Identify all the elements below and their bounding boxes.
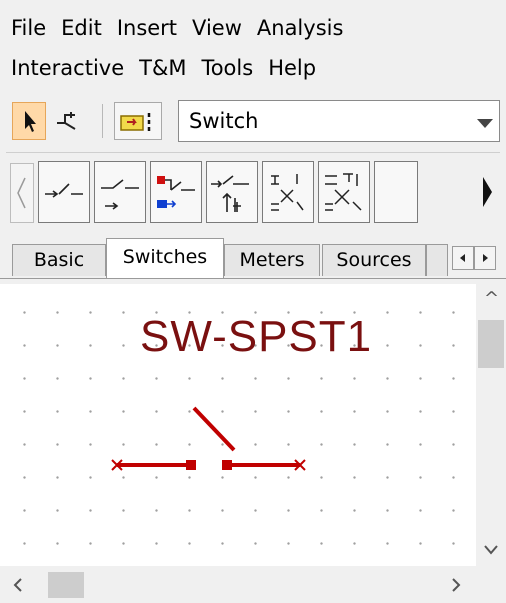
palette-spdt-switch[interactable] (94, 161, 146, 223)
time-delay-switch-icon (211, 175, 249, 212)
toolbar: Switch (6, 96, 500, 148)
vertical-scroll-thumb[interactable] (478, 320, 504, 368)
tabs-baseline (0, 278, 506, 279)
palette-scroll-left[interactable] (10, 163, 34, 223)
palette-more-switch[interactable] (374, 161, 418, 223)
probe-tool-button[interactable] (114, 102, 162, 140)
multi-switch-icon (325, 173, 362, 211)
vertical-scrollbar[interactable]: ^ (476, 284, 506, 566)
palette-dual-switch[interactable] (262, 161, 314, 223)
menu-help[interactable]: Help (267, 50, 317, 86)
scroll-left-icon[interactable] (10, 575, 26, 595)
wire-icon (57, 112, 76, 130)
tab-basic[interactable]: Basic (12, 244, 106, 276)
menu-interactive[interactable]: Interactive (10, 50, 125, 86)
menu-file[interactable]: File (10, 10, 47, 46)
tab-scroll-right[interactable] (474, 246, 496, 270)
tab-partial[interactable] (426, 244, 448, 276)
bus-switch-icon (157, 176, 195, 208)
component-palette (6, 152, 500, 231)
palette-tabs: Basic Switches Meters Sources (6, 236, 500, 278)
chevron-left-icon (17, 177, 26, 209)
horizontal-scrollbar[interactable] (0, 566, 476, 603)
dual-switch-icon (271, 174, 304, 211)
chevron-right-icon (483, 177, 492, 207)
toolbar-separator (102, 104, 103, 138)
menu-tools[interactable]: Tools (200, 50, 254, 86)
triangle-left-icon (460, 254, 465, 262)
scroll-down-icon[interactable] (481, 542, 501, 558)
scroll-right-icon[interactable] (448, 575, 464, 595)
wire-tool-button[interactable] (50, 102, 84, 140)
tab-meters[interactable]: Meters (224, 244, 320, 276)
pointer-icon (25, 111, 36, 132)
scroll-up-icon[interactable]: ^ (484, 290, 499, 308)
palette-time-delay-switch[interactable] (206, 161, 258, 223)
palette-spst-switch[interactable] (38, 161, 90, 223)
tab-switches[interactable]: Switches (106, 238, 224, 278)
spst-switch-symbol[interactable] (0, 284, 476, 566)
horizontal-scroll-thumb[interactable] (48, 572, 84, 598)
menu-analysis[interactable]: Analysis (256, 10, 345, 46)
menu-bar: File Edit Insert View Analysis Interacti… (0, 0, 506, 92)
menu-insert[interactable]: Insert (116, 10, 178, 46)
triangle-right-icon (483, 254, 488, 262)
menu-view[interactable]: View (191, 10, 243, 46)
combo-value: Switch (189, 109, 259, 133)
palette-bus-switch[interactable] (150, 161, 202, 223)
menu-tm[interactable]: T&M (138, 50, 187, 86)
pointer-tool-button[interactable] (12, 102, 46, 140)
palette-multi-switch[interactable] (318, 161, 370, 223)
schematic-canvas[interactable]: SW-SPST1 (0, 284, 476, 566)
component-type-combo[interactable]: Switch (178, 100, 500, 142)
tab-scroll-left[interactable] (452, 246, 474, 270)
menu-edit[interactable]: Edit (60, 10, 103, 46)
probe-icon (120, 113, 151, 133)
scrollbar-corner (476, 566, 506, 603)
spst-switch-icon (45, 183, 83, 198)
menu-row-1: File Edit Insert View Analysis (10, 10, 357, 46)
spdt-switch-icon (101, 179, 139, 210)
palette-scroll-right[interactable] (476, 163, 500, 223)
menu-row-2: Interactive T&M Tools Help (10, 50, 330, 86)
chevron-down-icon[interactable] (477, 119, 493, 128)
tab-sources[interactable]: Sources (322, 244, 426, 276)
